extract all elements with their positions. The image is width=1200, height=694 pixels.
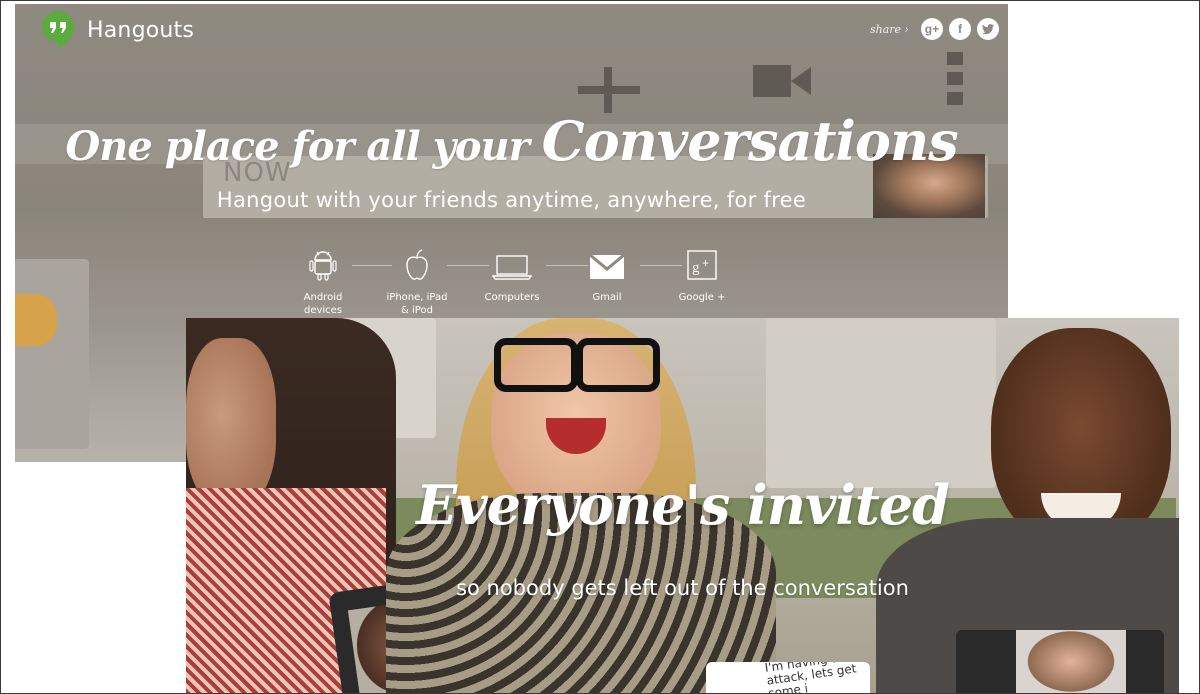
video-call-participant — [1016, 630, 1126, 694]
platform-label-line1: Computers — [484, 292, 540, 303]
platform-android[interactable]: Android devices — [278, 248, 368, 317]
overflow-menu-icon — [947, 52, 963, 105]
invite-subtitle: so nobody gets left out of the conversat… — [456, 576, 909, 600]
platform-label-line1: iPhone, iPad — [386, 292, 448, 303]
chat-preview-text: I'm having a snack attack, lets get some… — [763, 662, 870, 694]
laptop-icon — [492, 255, 532, 280]
share-label: share › — [870, 22, 909, 36]
platform-label-line2: & iPod — [401, 305, 433, 316]
hero-title-part1: One place for all your — [65, 123, 529, 170]
facebook-icon: f — [957, 22, 962, 36]
platform-label-line1: Android — [303, 292, 343, 303]
photo-glasses-right — [576, 338, 660, 392]
share-google-plus-button[interactable]: g+ — [920, 18, 943, 40]
brand[interactable]: Hangouts — [41, 10, 194, 50]
google-plus-icon: g + — [687, 250, 717, 280]
share-twitter-button[interactable] — [976, 18, 999, 40]
video-call-preview-card — [956, 630, 1164, 694]
apple-icon — [406, 249, 428, 280]
invite-photo-panel: I'm having a snack attack, lets get some… — [186, 318, 1179, 694]
invite-title: Everyone's invited — [416, 473, 950, 537]
platform-gmail[interactable]: Gmail — [562, 248, 652, 304]
share-bar: share › g+ f — [870, 18, 999, 40]
platforms-row: Android devices iPhone, iPad & iPod Comp… — [15, 248, 1008, 328]
video-camera-icon — [753, 65, 811, 97]
svg-text:g: g — [692, 260, 700, 276]
google-plus-icon: g+ — [924, 22, 940, 36]
hero-subtitle: Hangout with your friends anytime, anywh… — [216, 188, 807, 212]
photo-glasses-left — [494, 338, 578, 392]
platform-label-line1: Gmail — [592, 292, 622, 303]
android-icon — [309, 251, 337, 281]
share-facebook-button[interactable]: f — [948, 18, 971, 40]
plus-icon — [578, 67, 640, 113]
hero-title: One place for all your Conversations — [15, 109, 1008, 173]
platform-google-plus[interactable]: g + Google + — [657, 248, 747, 304]
platform-computers[interactable]: Computers — [467, 248, 557, 304]
hangouts-logo-icon — [42, 11, 74, 49]
platform-label-line2: devices — [303, 305, 343, 316]
chat-preview-card: I'm having a snack attack, lets get some… — [706, 662, 870, 694]
platform-iphone[interactable]: iPhone, iPad & iPod — [372, 248, 462, 317]
platform-label-line1: Google + — [678, 292, 726, 303]
twitter-icon — [981, 24, 994, 35]
app-name: Hangouts — [87, 17, 195, 43]
svg-text:+: + — [702, 256, 709, 270]
gmail-icon — [589, 253, 625, 279]
photo-wall-panel — [766, 318, 996, 488]
hero-title-part2: Conversations — [541, 109, 959, 173]
